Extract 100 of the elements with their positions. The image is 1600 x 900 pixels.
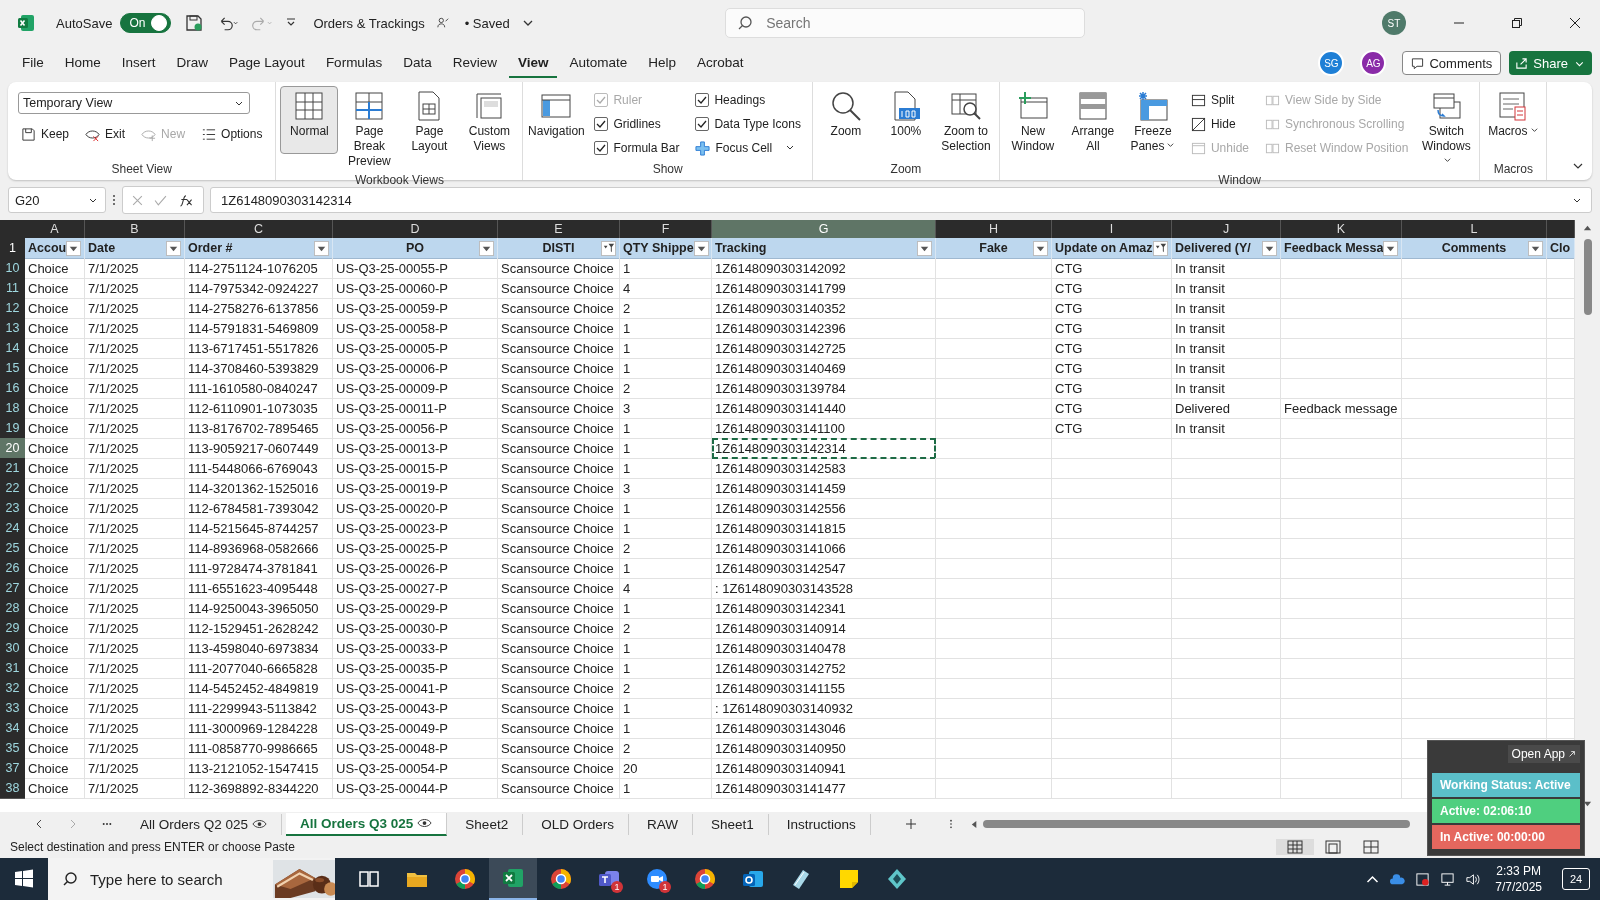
empty-cell[interactable]	[1281, 318, 1402, 339]
empty-cell[interactable]	[1172, 458, 1281, 479]
empty-cell[interactable]	[1402, 438, 1547, 459]
empty-cell[interactable]	[936, 518, 1052, 539]
empty-cell[interactable]	[936, 258, 1052, 279]
empty-cell[interactable]	[1402, 558, 1547, 579]
empty-cell[interactable]	[1402, 278, 1547, 299]
row-number[interactable]: 20	[0, 438, 25, 459]
name-box[interactable]: G20	[8, 187, 106, 213]
sheet-view-select[interactable]: Temporary View	[18, 92, 250, 114]
cancel-icon[interactable]	[131, 193, 144, 207]
row-number[interactable]: 28	[0, 598, 25, 619]
document-title[interactable]: Orders & Trackings	[313, 15, 425, 31]
sheet-tab[interactable]: Sheet2	[451, 813, 524, 835]
checkbox[interactable]: Gridlines	[591, 112, 683, 136]
empty-cell[interactable]	[936, 298, 1052, 319]
empty-cell[interactable]	[936, 698, 1052, 719]
empty-cell[interactable]	[936, 398, 1052, 419]
empty-cell[interactable]	[1052, 658, 1172, 679]
empty-cell[interactable]	[1281, 498, 1402, 519]
empty-cell[interactable]	[1281, 778, 1402, 799]
empty-cell[interactable]	[1281, 718, 1402, 739]
menu-tab[interactable]: Home	[55, 48, 110, 78]
empty-cell[interactable]	[1402, 578, 1547, 599]
empty-cell[interactable]	[936, 318, 1052, 339]
add-sheet-icon[interactable]	[904, 818, 917, 830]
row-number[interactable]: 15	[0, 358, 25, 379]
empty-cell[interactable]	[1281, 578, 1402, 599]
checkbox[interactable]: Data Type Icons	[692, 112, 804, 136]
comments-button[interactable]: Comments	[1402, 51, 1502, 75]
ribbon-button[interactable]: Custom Views	[460, 86, 519, 158]
row-number[interactable]: 24	[0, 518, 25, 539]
row-number[interactable]: 1	[0, 238, 25, 259]
empty-cell[interactable]	[1281, 678, 1402, 699]
taskbar-app[interactable]: 1	[585, 858, 633, 900]
empty-cell[interactable]	[1052, 578, 1172, 599]
empty-cell[interactable]	[1172, 738, 1281, 759]
empty-cell[interactable]	[1281, 758, 1402, 779]
empty-cell[interactable]	[1052, 618, 1172, 639]
share-button[interactable]: Share	[1509, 51, 1592, 75]
checkbox[interactable]: Headings	[692, 88, 804, 112]
empty-cell[interactable]	[1052, 698, 1172, 719]
empty-cell[interactable]	[1281, 618, 1402, 639]
menu-tab[interactable]: Formulas	[316, 48, 392, 78]
empty-cell[interactable]	[1052, 598, 1172, 619]
empty-cell[interactable]	[1052, 518, 1172, 539]
empty-cell[interactable]	[1281, 458, 1402, 479]
empty-cell[interactable]	[936, 498, 1052, 519]
row-number[interactable]: 27	[0, 578, 25, 599]
taskbar-search-field[interactable]: Type here to search	[48, 858, 335, 900]
scroll-left-icon[interactable]	[970, 819, 979, 829]
empty-cell[interactable]	[1402, 618, 1547, 639]
empty-cell[interactable]	[936, 558, 1052, 579]
empty-cell[interactable]	[1052, 498, 1172, 519]
row-number[interactable]: 30	[0, 638, 25, 659]
empty-cell[interactable]	[1402, 358, 1547, 379]
scroll-thumb[interactable]	[983, 820, 1410, 828]
ribbon-button[interactable]: Navigation	[527, 86, 586, 154]
empty-cell[interactable]	[1281, 378, 1402, 399]
empty-cell[interactable]	[1402, 458, 1547, 479]
empty-cell[interactable]	[936, 338, 1052, 359]
empty-cell[interactable]	[1281, 538, 1402, 559]
row-number[interactable]: 22	[0, 478, 25, 499]
empty-cell[interactable]	[1281, 558, 1402, 579]
empty-cell[interactable]	[1402, 418, 1547, 439]
ribbon-button[interactable]: Zoom to Selection	[936, 86, 995, 158]
sheet-tab[interactable]: Sheet1	[696, 813, 769, 835]
empty-cell[interactable]	[1402, 678, 1547, 699]
menu-tab[interactable]: Review	[443, 48, 506, 78]
row-number[interactable]: 31	[0, 658, 25, 679]
empty-cell[interactable]	[936, 438, 1052, 459]
empty-cell[interactable]	[1281, 298, 1402, 319]
row-number[interactable]: 37	[0, 758, 25, 779]
empty-cell[interactable]	[1281, 598, 1402, 619]
empty-cell[interactable]	[1281, 478, 1402, 499]
more-icon[interactable]	[112, 193, 116, 207]
empty-cell[interactable]	[1281, 258, 1402, 279]
empty-cell[interactable]	[1402, 538, 1547, 559]
ribbon-button[interactable]: Focus Cell	[692, 136, 804, 160]
empty-cell[interactable]	[1402, 698, 1547, 719]
ribbon-button[interactable]: Normal	[280, 86, 339, 154]
empty-cell[interactable]	[936, 718, 1052, 739]
filter-icon[interactable]	[1153, 240, 1168, 256]
empty-cell[interactable]	[936, 638, 1052, 659]
empty-cell[interactable]	[1402, 378, 1547, 399]
ribbon-button[interactable]: Page Layout	[400, 86, 459, 158]
empty-cell[interactable]	[1281, 658, 1402, 679]
empty-cell[interactable]	[936, 658, 1052, 679]
sheet-tab[interactable]: RAW	[632, 813, 693, 835]
row-number[interactable]: 35	[0, 738, 25, 759]
ribbon-button[interactable]: New Window	[1003, 86, 1062, 158]
empty-cell[interactable]	[1172, 558, 1281, 579]
open-app-button[interactable]: Open App	[1507, 745, 1580, 763]
empty-cell[interactable]	[1402, 318, 1547, 339]
empty-cell[interactable]	[1402, 258, 1547, 279]
empty-cell[interactable]	[1172, 718, 1281, 739]
empty-cell[interactable]	[936, 738, 1052, 759]
empty-cell[interactable]	[936, 578, 1052, 599]
empty-cell[interactable]	[1402, 398, 1547, 419]
ribbon-button[interactable]: Switch Windows	[1417, 86, 1476, 173]
